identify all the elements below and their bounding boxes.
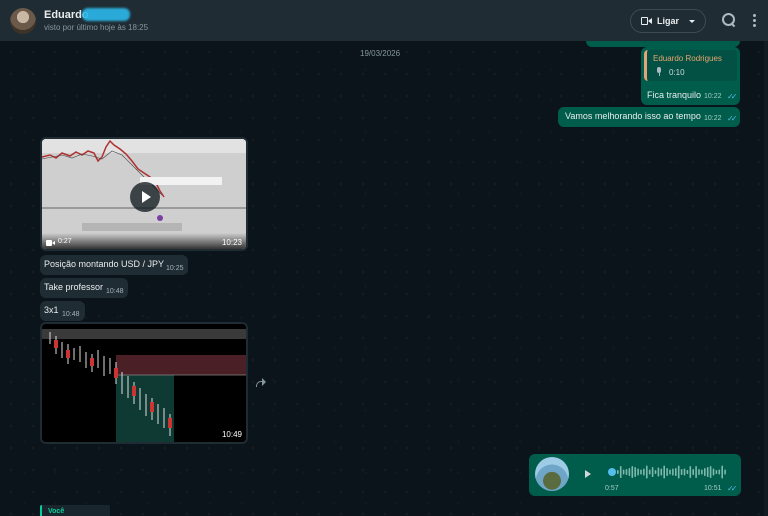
waveform-bar (657, 467, 660, 477)
message-time: 10:25 (166, 265, 184, 272)
waveform-bar (622, 469, 625, 475)
waveform-bar (660, 468, 663, 476)
incoming-video-message[interactable]: 0:27 10:23 (40, 137, 248, 251)
read-ticks-icon: ✓✓ (727, 484, 738, 493)
video-camera-icon (641, 17, 652, 25)
forward-icon[interactable] (255, 378, 267, 388)
outgoing-audio-message[interactable]: 0:57 10:51 ✓✓ (529, 454, 741, 496)
date-separator: 19/03/2026 (360, 49, 401, 58)
message-time: 10:51 (704, 485, 722, 492)
message-text: 3x1 (44, 305, 59, 315)
contact-avatar[interactable] (10, 8, 36, 34)
waveform-bar (669, 469, 671, 475)
waveform-bar (663, 465, 665, 479)
chevron-down-icon (689, 19, 696, 23)
waveform-bar (619, 466, 622, 478)
read-ticks-icon: ✓✓ (727, 92, 738, 101)
waveform-bar (698, 469, 700, 475)
waveform-bar (628, 468, 631, 476)
message-time: 10:22 (704, 115, 722, 122)
message-area[interactable]: 19/03/2026 Eduardo Rodrigues 0:10 Fica t… (0, 41, 768, 516)
waveform-bar (706, 467, 709, 477)
chat-header: Eduardo visto por último hoje às 18:25 L… (0, 0, 768, 41)
waveform-bar (677, 465, 680, 479)
quoted-author-you: Você (48, 508, 65, 515)
play-video-button[interactable] (130, 182, 160, 212)
outgoing-message[interactable]: Vamos melhorando isso ao tempo 10:22 ✓✓ (558, 107, 740, 127)
play-audio-button[interactable] (585, 470, 591, 478)
message-time: 10:23 (221, 238, 242, 247)
audio-waveform[interactable] (617, 463, 727, 481)
incoming-message[interactable]: Take professor 10:48 (40, 278, 128, 298)
scrollbar[interactable] (764, 41, 768, 516)
whatsapp-window: Eduardo visto por último hoje às 18:25 L… (0, 0, 768, 516)
waveform-bar (675, 468, 677, 476)
waveform-bar (631, 466, 634, 478)
incoming-message[interactable]: Posição montando USD / JPY 10:25 (40, 255, 188, 275)
quoted-reply-preview[interactable]: Você (40, 505, 110, 516)
incoming-image-message[interactable]: 10:49 (40, 322, 248, 444)
waveform-bar (651, 467, 654, 477)
waveform-bar (704, 468, 706, 476)
microphone-icon (656, 67, 661, 76)
waveform-bar (724, 469, 726, 475)
read-ticks-icon: ✓✓ (727, 114, 738, 123)
waveform-bar (692, 469, 694, 475)
waveform-bar (654, 470, 657, 474)
video-duration: 0:27 (58, 238, 72, 245)
waveform-bar (715, 470, 718, 474)
redacted-name-scribble (82, 8, 130, 21)
video-camera-icon (46, 240, 55, 246)
waveform-bar (666, 468, 668, 476)
call-button[interactable]: Ligar (630, 9, 706, 33)
message-text: Take professor (44, 282, 104, 292)
candlestick-image-preview (42, 324, 246, 442)
waveform-bar (648, 469, 651, 475)
sender-avatar (535, 457, 569, 491)
outgoing-reply-message[interactable]: Eduardo Rodrigues 0:10 Fica tranquilo 10… (641, 47, 740, 105)
quoted-audio-duration: 0:10 (669, 68, 685, 77)
message-time: 10:48 (62, 311, 80, 318)
waveform-bar (634, 467, 636, 477)
chart-screenshot-image[interactable]: 10:49 (42, 324, 246, 442)
waveform-bar (625, 469, 628, 475)
audio-duration: 0:57 (605, 485, 619, 492)
waveform-bar (640, 469, 642, 475)
quoted-message[interactable]: Eduardo Rodrigues 0:10 (644, 50, 737, 81)
video-thumbnail[interactable]: 0:27 10:23 (42, 139, 246, 249)
message-text: Vamos melhorando isso ao tempo (565, 111, 701, 121)
contact-last-seen: visto por último hoje às 18:25 (44, 23, 149, 32)
waveform-bar (718, 469, 721, 475)
waveform-bar (701, 469, 703, 475)
search-icon[interactable] (721, 12, 737, 28)
message-time: 10:49 (221, 430, 242, 439)
quoted-author: Eduardo Rodrigues (653, 54, 722, 63)
call-button-label: Ligar (657, 16, 680, 26)
waveform-bar (683, 468, 686, 476)
waveform-bar (672, 468, 674, 476)
audio-seek-handle[interactable] (608, 468, 616, 476)
message-time: 10:48 (106, 288, 124, 295)
waveform-bar (680, 469, 683, 475)
video-info-bar: 0:27 10:23 (42, 233, 246, 249)
waveform-bar (689, 466, 692, 478)
waveform-bar (709, 466, 712, 478)
waveform-bar (712, 468, 715, 476)
waveform-bar (646, 465, 648, 479)
waveform-bar (617, 470, 619, 474)
waveform-bar (686, 470, 689, 474)
message-time: 10:22 (704, 93, 722, 100)
more-options-icon[interactable] (746, 12, 762, 28)
message-text: Fica tranquilo (647, 90, 702, 100)
message-text: Posição montando USD / JPY (44, 259, 165, 269)
incoming-message[interactable]: 3x1 10:48 (40, 301, 85, 321)
waveform-bar (643, 468, 645, 476)
waveform-bar (695, 466, 697, 478)
waveform-bar (721, 465, 723, 479)
waveform-bar (637, 468, 639, 476)
